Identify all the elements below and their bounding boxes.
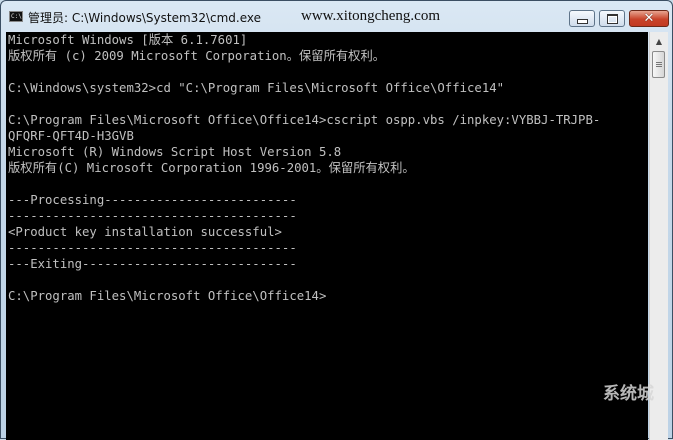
console-line: Microsoft Windows [版本 6.1.7601] <box>8 33 248 47</box>
console-line: Microsoft (R) Windows Script Host Versio… <box>8 145 342 159</box>
grip-line <box>656 64 662 65</box>
console-output[interactable]: Microsoft Windows [版本 6.1.7601] 版权所有 (c) … <box>6 32 648 440</box>
scroll-up-arrow-icon[interactable]: ▲ <box>651 33 667 49</box>
close-button[interactable]: ✕ <box>629 10 669 27</box>
maximize-icon <box>606 13 618 24</box>
console-line: <Product key installation successful> <box>8 225 282 239</box>
minimize-icon <box>576 19 588 24</box>
grip-line <box>656 66 662 67</box>
console-line: --------------------------------------- <box>8 209 297 223</box>
cmd-icon[interactable]: C:\ <box>9 11 23 22</box>
close-icon: ✕ <box>643 11 655 26</box>
console-line: 版权所有 (c) 2009 Microsoft Corporation。保留所有… <box>8 49 386 63</box>
console-prompt: C:\Program Files\Microsoft Office\Office… <box>8 289 327 303</box>
site-watermark: www.xitongcheng.com <box>301 8 440 24</box>
console-line: ---Processing-------------------------- <box>8 193 297 207</box>
window-title: 管理员: C:\Windows\System32\cmd.exe <box>28 11 261 25</box>
title-bar[interactable]: C:\ 管理员: C:\Windows\System32\cmd.exe www… <box>1 1 672 31</box>
cmd-window: C:\ 管理员: C:\Windows\System32\cmd.exe www… <box>0 0 673 440</box>
console-line: 版权所有(C) Microsoft Corporation 1996-2001。… <box>8 161 415 175</box>
minimize-button[interactable] <box>569 10 595 27</box>
console-line: C:\Windows\system32>cd "C:\Program Files… <box>8 81 505 95</box>
console-line: C:\Program Files\Microsoft Office\Office… <box>8 113 601 127</box>
maximize-button[interactable] <box>599 10 625 27</box>
console-line: QFQRF-QFT4D-H3GVB <box>8 129 134 143</box>
scrollbar-thumb[interactable] <box>652 51 665 78</box>
grip-line <box>656 62 662 63</box>
console-text: Microsoft Windows [版本 6.1.7601] 版权所有 (c) … <box>6 32 648 304</box>
corner-watermark: 系统城 <box>603 384 654 404</box>
console-line: --------------------------------------- <box>8 241 297 255</box>
console-line: ---Exiting----------------------------- <box>8 257 297 271</box>
